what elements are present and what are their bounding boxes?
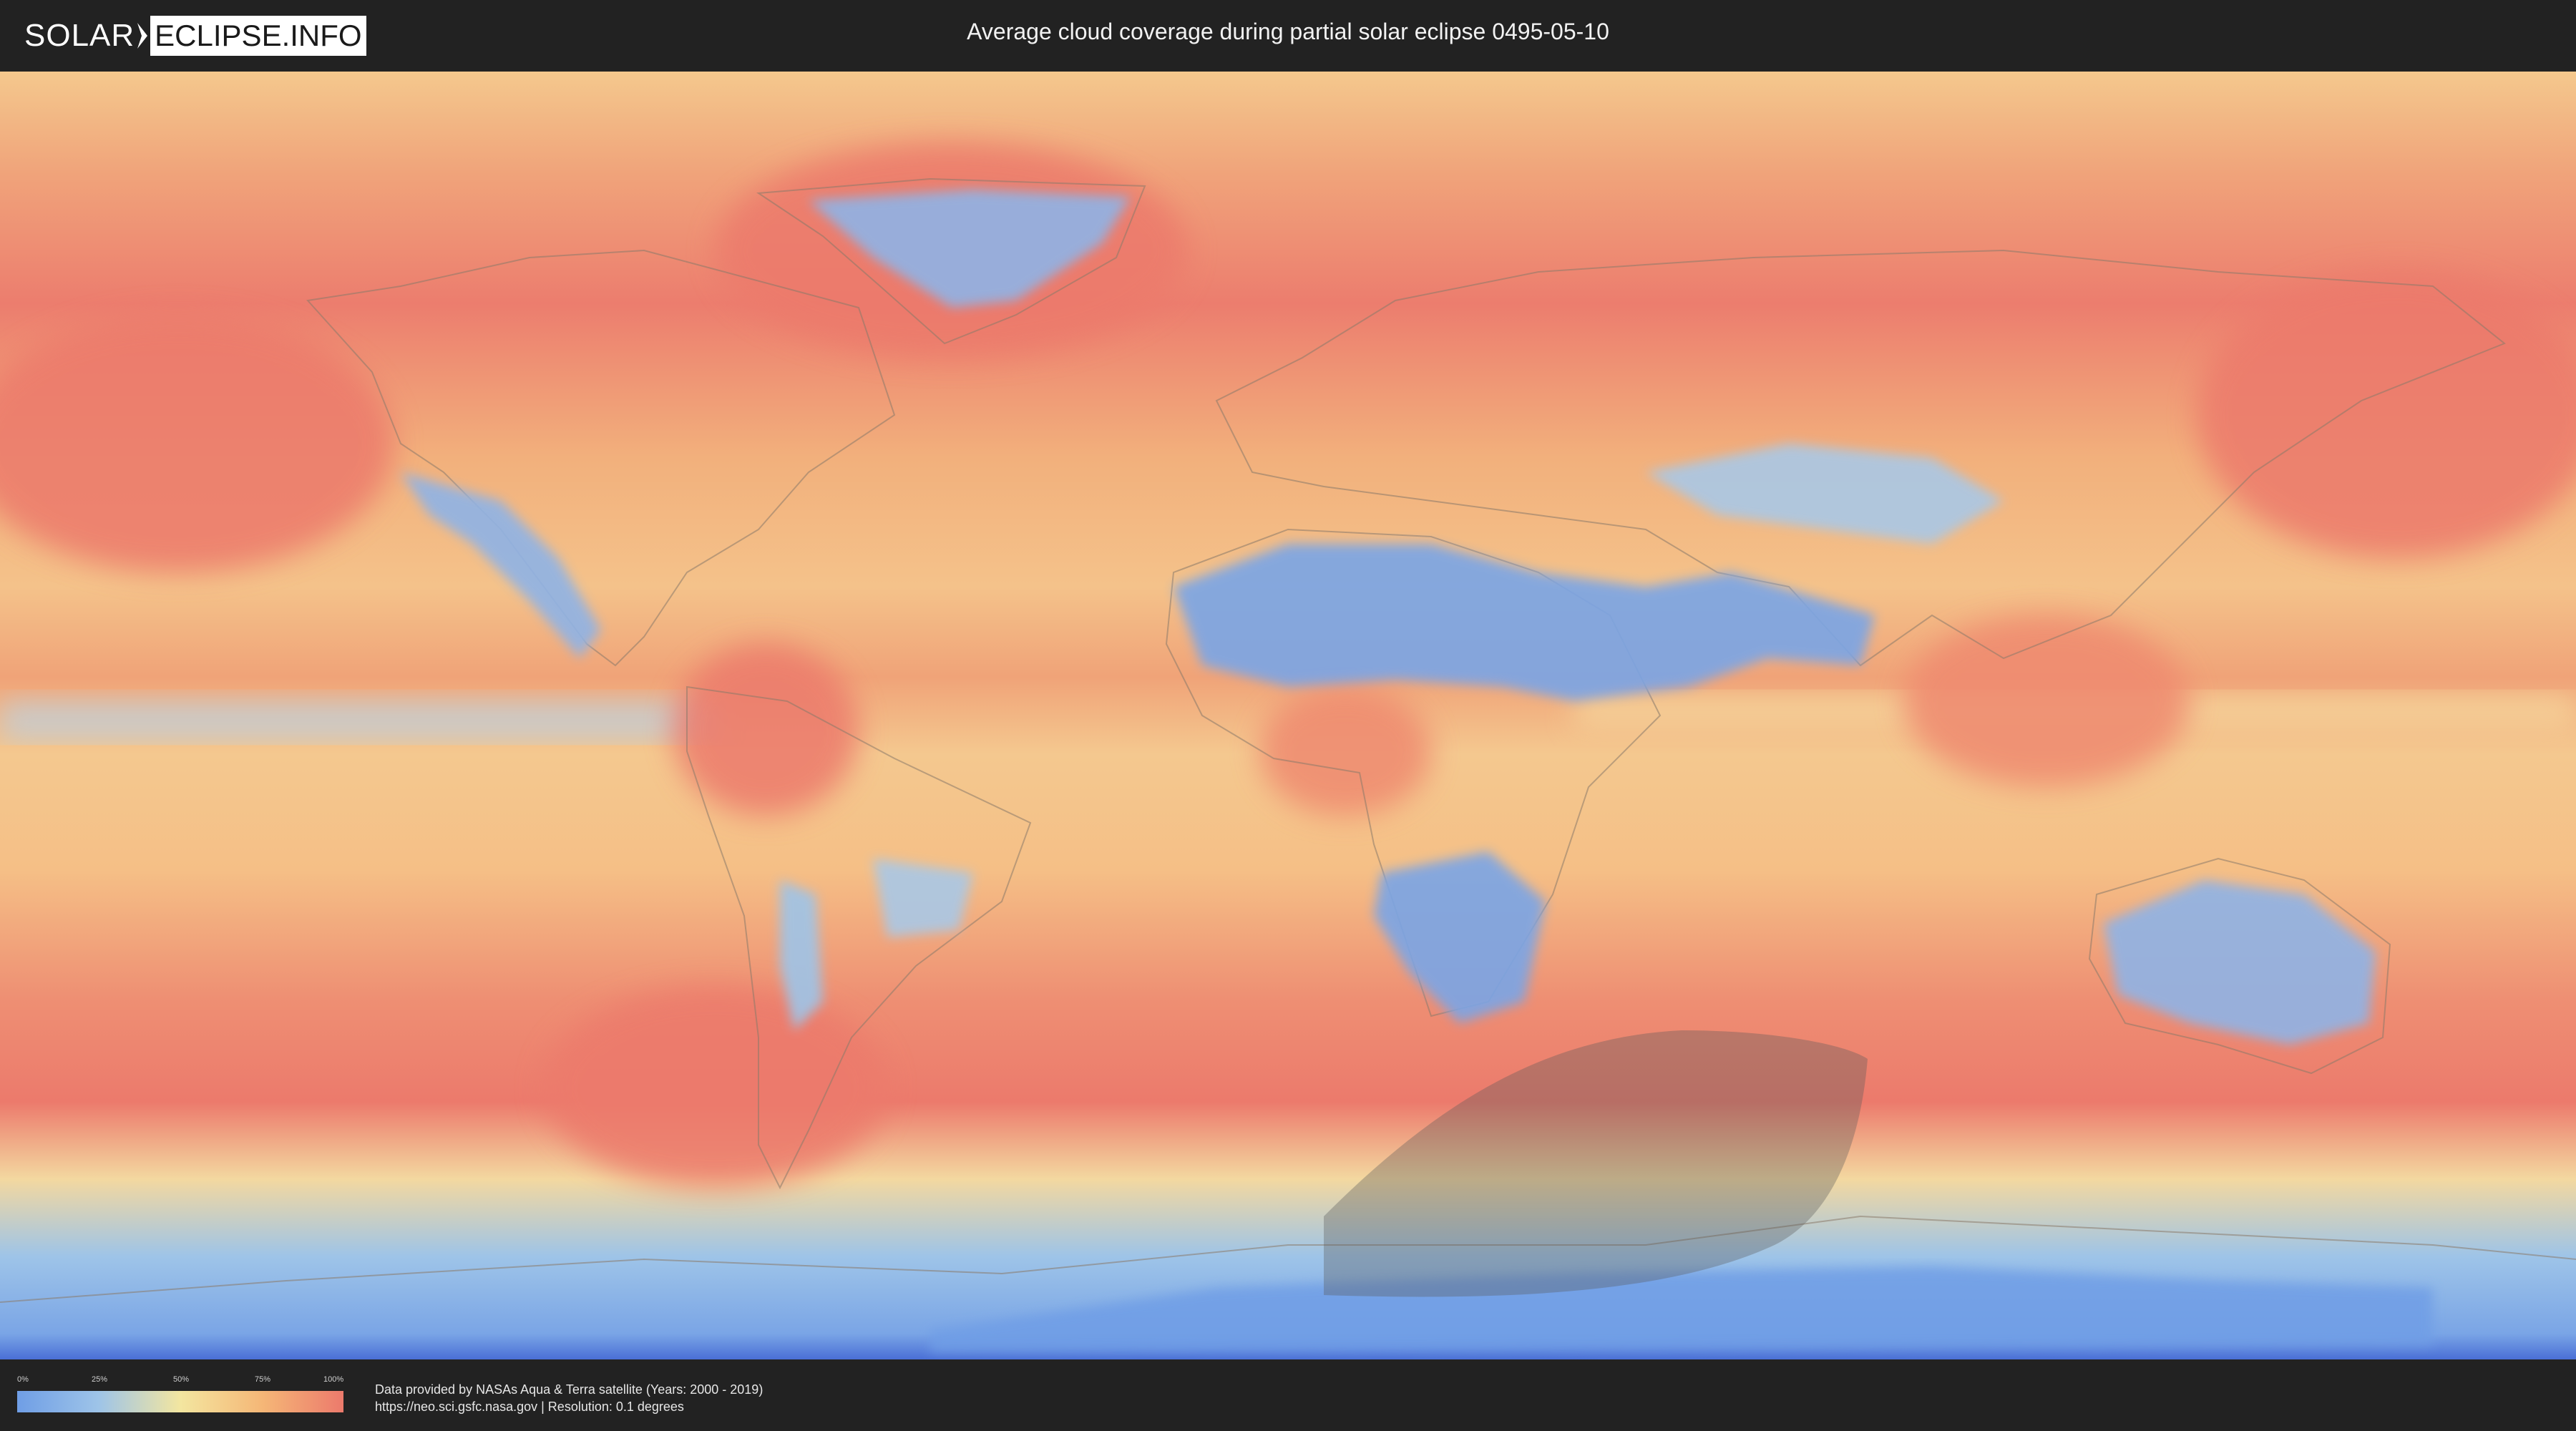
credit-line-url[interactable]: https://neo.sci.gsfc.nasa.gov | Resoluti…: [375, 1398, 763, 1415]
legend-ticks: 0% 25% 50% 75% 100%: [17, 1375, 343, 1387]
data-credits: Data provided by NASAs Aqua & Terra sate…: [375, 1381, 763, 1415]
cloud-coverage-legend: 0% 25% 50% 75% 100%: [17, 1375, 343, 1412]
legend-tick-100: 100%: [323, 1375, 344, 1384]
legend-tick-75: 75%: [255, 1375, 271, 1384]
map-canvas: [0, 72, 2576, 1359]
credit-line-source: Data provided by NASAs Aqua & Terra sate…: [375, 1382, 763, 1397]
page-title: Average cloud coverage during partial so…: [967, 19, 1609, 44]
header-bar: SOLAR ECLIPSE.INFO Average cloud coverag…: [0, 0, 2576, 72]
cloud-coverage-map[interactable]: [0, 72, 2576, 1359]
legend-tick-50: 50%: [173, 1375, 190, 1384]
legend-color-scale: [17, 1391, 343, 1412]
legend-tick-0: 0%: [17, 1375, 29, 1384]
legend-tick-25: 25%: [92, 1375, 108, 1384]
footer-bar: 0% 25% 50% 75% 100% Data provided by NAS…: [0, 1359, 2576, 1431]
